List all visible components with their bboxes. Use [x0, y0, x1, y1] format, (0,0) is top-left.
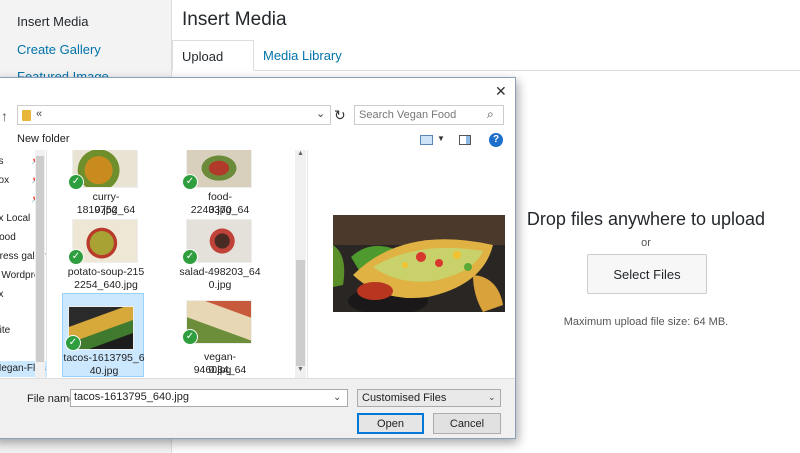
navigation-pane: es 📌 box 📌 C 📌 ox Local Food Press galle… — [0, 150, 47, 378]
preview-image — [333, 215, 505, 312]
address-bar[interactable]: « ⌄ — [17, 105, 331, 125]
pane-divider — [307, 150, 308, 378]
file-item-potato-soup[interactable]: ✓ potato-soup-215 2254_640.jpg — [65, 217, 147, 301]
chevron-down-icon[interactable]: ⌄ — [488, 392, 496, 403]
search-placeholder: Search Vegan Food — [359, 109, 457, 121]
file-open-dialog: ✕ ↑ « ⌄ ↻ Search Vegan Food ⌕ New folder… — [0, 77, 516, 439]
up-arrow-icon[interactable]: ↑ — [1, 108, 8, 124]
chevron-down-icon[interactable]: ⌄ — [316, 107, 325, 120]
sync-check-icon: ✓ — [182, 329, 198, 345]
address-breadcrumb: « — [36, 108, 43, 120]
dialog-toolbar: New folder ▼ ? — [0, 132, 515, 150]
close-icon[interactable]: ✕ — [495, 83, 507, 100]
file-list-scrollbar-thumb[interactable] — [296, 260, 305, 366]
file-name: 0.jpg — [208, 364, 232, 376]
view-options-dropdown-icon[interactable]: ▼ — [437, 134, 445, 143]
new-folder-button[interactable]: New folder — [17, 133, 70, 145]
file-item-vegan[interactable]: ✓ vegan-946034_64 0.jpg — [179, 293, 261, 377]
preview-pane-icon[interactable] — [459, 135, 471, 145]
scroll-up-arrow-icon[interactable]: ▲ — [297, 150, 304, 157]
nav-item[interactable]: box — [0, 175, 9, 186]
sync-check-icon: ✓ — [182, 174, 198, 190]
file-name-input[interactable]: tacos-1613795_640.jpg ⌄ — [70, 389, 348, 407]
file-type-value: Customised Files — [362, 392, 447, 404]
sync-check-icon: ✓ — [68, 249, 84, 265]
scroll-down-arrow-icon[interactable]: ▼ — [297, 366, 304, 373]
file-list: ✓ curry-1819752_64 0.jpg ✓ food-2243370_… — [57, 150, 297, 378]
file-name: 0.jpg — [208, 279, 232, 291]
select-files-button[interactable]: Select Files — [587, 254, 707, 294]
tacos-preview-graphic — [333, 215, 505, 312]
max-upload-size: Maximum upload file size: 64 MB. — [563, 316, 729, 328]
tab-upload-files[interactable]: Upload Files — [172, 40, 254, 95]
file-item-salad[interactable]: ✓ salad-498203_64 0.jpg — [179, 217, 261, 301]
media-tabs: Upload Files Media Library — [172, 40, 800, 95]
nav-item[interactable]: Site — [0, 325, 10, 336]
file-name: potato-soup-215 — [67, 266, 145, 278]
chevron-down-icon[interactable]: ⌄ — [333, 392, 341, 403]
open-button[interactable]: Open — [357, 413, 424, 434]
sidebar-item-create-gallery[interactable]: Create Gallery — [17, 42, 101, 57]
sync-check-icon: ✓ — [65, 335, 81, 351]
nav-item[interactable]: es — [0, 156, 4, 167]
nav-scrollbar-thumb[interactable] — [36, 156, 44, 362]
nav-item[interactable]: g Wordpre — [0, 270, 40, 281]
nav-item[interactable]: ox Local — [0, 213, 30, 224]
search-icon[interactable]: ⌕ — [487, 107, 494, 122]
drop-zone-or: or — [641, 237, 651, 249]
tab-media-library[interactable]: Media Library — [254, 40, 351, 71]
file-name: 2254_640.jpg — [74, 279, 138, 291]
file-name: 0.jpg — [208, 204, 232, 216]
file-name: salad-498203_64 — [179, 266, 261, 278]
page-title: Insert Media — [182, 9, 287, 30]
file-item-tacos[interactable]: ✓ tacos-1613795_6 40.jpg — [62, 293, 145, 377]
nav-item[interactable]: Food — [0, 232, 16, 243]
nav-scrollbar[interactable] — [35, 150, 45, 378]
nav-item[interactable]: ox — [0, 289, 4, 300]
file-name-value: tacos-1613795_640.jpg — [74, 391, 189, 403]
sync-check-icon: ✓ — [182, 249, 198, 265]
file-name-panel: File name: tacos-1613795_640.jpg ⌄ Custo… — [0, 378, 515, 438]
file-name: 0.jpg — [94, 204, 118, 216]
drop-zone-title: Drop files anywhere to upload — [526, 209, 766, 229]
cancel-button[interactable]: Cancel — [433, 413, 501, 434]
file-name: tacos-1613795_6 — [63, 352, 145, 364]
change-view-icon[interactable] — [420, 135, 433, 145]
sidebar-item-insert-media[interactable]: Insert Media — [17, 14, 89, 29]
file-name: 40.jpg — [89, 365, 119, 377]
file-type-select[interactable]: Customised Files ⌄ — [357, 389, 501, 407]
refresh-icon[interactable]: ↻ — [334, 107, 346, 124]
sync-check-icon: ✓ — [68, 174, 84, 190]
help-icon[interactable]: ? — [489, 133, 503, 147]
file-list-scrollbar[interactable]: ▲ ▼ — [295, 150, 306, 378]
search-input[interactable]: Search Vegan Food ⌕ — [354, 105, 504, 125]
folder-icon — [22, 110, 31, 121]
